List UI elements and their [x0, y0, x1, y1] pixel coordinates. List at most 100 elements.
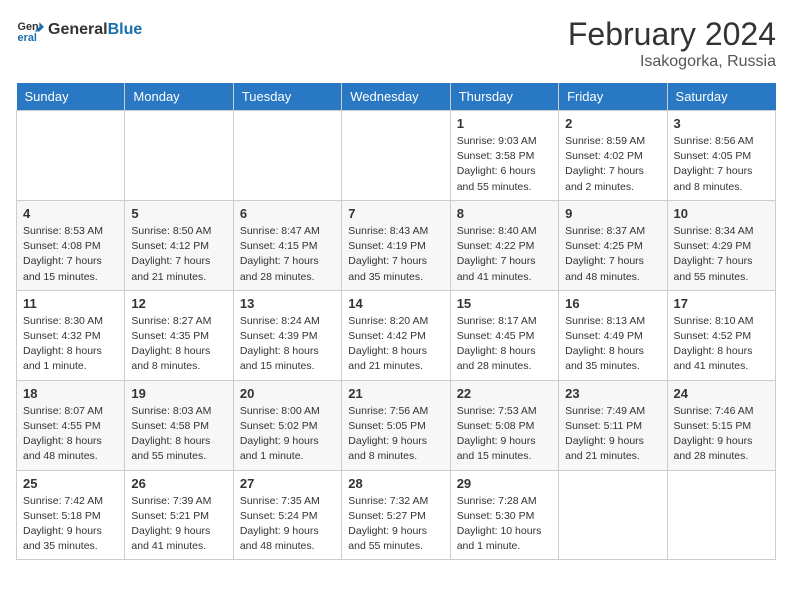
calendar-cell: 25 Sunrise: 7:42 AMSunset: 5:18 PMDayligh… [17, 470, 125, 560]
day-number: 25 [23, 476, 118, 491]
calendar-week-3: 11Sunrise: 8:30 AMSunset: 4:32 PMDayligh… [17, 290, 776, 380]
cell-content: Sunrise: 7:46 AMSunset: 5:15 PMDaylight:… [674, 404, 769, 465]
month-title: February 2024 [568, 16, 776, 53]
cell-content: Sunrise: 8:59 AMSunset: 4:02 PMDaylight:… [565, 134, 660, 195]
calendar-cell: 16 Sunrise: 8:13 AMSunset: 4:49 PMDayligh… [559, 290, 667, 380]
calendar-cell [17, 111, 125, 201]
day-number: 15 [457, 296, 552, 311]
day-number: 11 [23, 296, 118, 311]
day-number: 24 [674, 386, 769, 401]
calendar-cell: 14 Sunrise: 8:20 AMSunset: 4:42 PMDayligh… [342, 290, 450, 380]
cell-content: Sunrise: 8:07 AMSunset: 4:55 PMDaylight:… [23, 404, 118, 465]
day-number: 1 [457, 116, 552, 131]
calendar-cell [667, 470, 775, 560]
cell-content: Sunrise: 8:13 AMSunset: 4:49 PMDaylight:… [565, 314, 660, 375]
day-number: 20 [240, 386, 335, 401]
day-number: 7 [348, 206, 443, 221]
day-number: 22 [457, 386, 552, 401]
calendar-cell: 27 Sunrise: 7:35 AMSunset: 5:24 PMDayligh… [233, 470, 341, 560]
cell-content: Sunrise: 8:37 AMSunset: 4:25 PMDaylight:… [565, 224, 660, 285]
col-header-saturday: Saturday [667, 83, 775, 111]
day-number: 5 [131, 206, 226, 221]
cell-content: Sunrise: 7:39 AMSunset: 5:21 PMDaylight:… [131, 494, 226, 555]
day-number: 16 [565, 296, 660, 311]
calendar-cell: 7 Sunrise: 8:43 AMSunset: 4:19 PMDaylight… [342, 200, 450, 290]
logo-text: GeneralBlue [48, 21, 142, 39]
calendar-cell: 11Sunrise: 8:30 AMSunset: 4:32 PMDayligh… [17, 290, 125, 380]
cell-content: Sunrise: 8:34 AMSunset: 4:29 PMDaylight:… [674, 224, 769, 285]
cell-content: Sunrise: 8:03 AMSunset: 4:58 PMDaylight:… [131, 404, 226, 465]
day-number: 10 [674, 206, 769, 221]
day-number: 27 [240, 476, 335, 491]
day-number: 13 [240, 296, 335, 311]
calendar-table: SundayMondayTuesdayWednesdayThursdayFrid… [16, 83, 776, 560]
col-header-wednesday: Wednesday [342, 83, 450, 111]
cell-content: Sunrise: 8:20 AMSunset: 4:42 PMDaylight:… [348, 314, 443, 375]
cell-content: Sunrise: 7:32 AMSunset: 5:27 PMDaylight:… [348, 494, 443, 555]
calendar-cell: 18 Sunrise: 8:07 AMSunset: 4:55 PMDayligh… [17, 380, 125, 470]
day-number: 23 [565, 386, 660, 401]
col-header-thursday: Thursday [450, 83, 558, 111]
day-number: 6 [240, 206, 335, 221]
calendar-week-1: 1 Sunrise: 9:03 AMSunset: 3:58 PMDaylight… [17, 111, 776, 201]
calendar-week-2: 4Sunrise: 8:53 AMSunset: 4:08 PMDaylight… [17, 200, 776, 290]
day-number: 4 [23, 206, 118, 221]
calendar-cell [125, 111, 233, 201]
day-number: 12 [131, 296, 226, 311]
cell-content: Sunrise: 7:56 AMSunset: 5:05 PMDaylight:… [348, 404, 443, 465]
calendar-cell: 10 Sunrise: 8:34 AMSunset: 4:29 PMDayligh… [667, 200, 775, 290]
calendar-cell: 9 Sunrise: 8:37 AMSunset: 4:25 PMDaylight… [559, 200, 667, 290]
svg-text:eral: eral [18, 32, 37, 44]
page-header: Gen eral GeneralBlue February 2024 Isako… [16, 16, 776, 71]
title-area: February 2024 Isakogorka, Russia [568, 16, 776, 71]
calendar-cell: 8 Sunrise: 8:40 AMSunset: 4:22 PMDaylight… [450, 200, 558, 290]
calendar-cell [233, 111, 341, 201]
logo: Gen eral GeneralBlue [16, 16, 142, 44]
calendar-cell: 28 Sunrise: 7:32 AMSunset: 5:27 PMDayligh… [342, 470, 450, 560]
cell-content: Sunrise: 8:24 AMSunset: 4:39 PMDaylight:… [240, 314, 335, 375]
calendar-cell [342, 111, 450, 201]
calendar-cell: 15 Sunrise: 8:17 AMSunset: 4:45 PMDayligh… [450, 290, 558, 380]
calendar-cell: 12Sunrise: 8:27 AMSunset: 4:35 PMDayligh… [125, 290, 233, 380]
calendar-cell: 4Sunrise: 8:53 AMSunset: 4:08 PMDaylight… [17, 200, 125, 290]
day-number: 28 [348, 476, 443, 491]
calendar-week-4: 18 Sunrise: 8:07 AMSunset: 4:55 PMDayligh… [17, 380, 776, 470]
day-number: 8 [457, 206, 552, 221]
calendar-cell: 5Sunrise: 8:50 AMSunset: 4:12 PMDaylight… [125, 200, 233, 290]
day-number: 2 [565, 116, 660, 131]
calendar-cell: 19 Sunrise: 8:03 AMSunset: 4:58 PMDayligh… [125, 380, 233, 470]
day-number: 9 [565, 206, 660, 221]
day-number: 18 [23, 386, 118, 401]
cell-content: Sunrise: 7:53 AMSunset: 5:08 PMDaylight:… [457, 404, 552, 465]
cell-content: Sunrise: 7:42 AMSunset: 5:18 PMDaylight:… [23, 494, 118, 555]
location-title: Isakogorka, Russia [568, 53, 776, 71]
calendar-cell: 23 Sunrise: 7:49 AMSunset: 5:11 PMDayligh… [559, 380, 667, 470]
calendar-cell: 13 Sunrise: 8:24 AMSunset: 4:39 PMDayligh… [233, 290, 341, 380]
calendar-cell: 1 Sunrise: 9:03 AMSunset: 3:58 PMDaylight… [450, 111, 558, 201]
cell-content: Sunrise: 8:17 AMSunset: 4:45 PMDaylight:… [457, 314, 552, 375]
calendar-cell: 20 Sunrise: 8:00 AMSunset: 5:02 PMDayligh… [233, 380, 341, 470]
cell-content: Sunrise: 8:40 AMSunset: 4:22 PMDaylight:… [457, 224, 552, 285]
cell-content: Sunrise: 7:35 AMSunset: 5:24 PMDaylight:… [240, 494, 335, 555]
day-number: 26 [131, 476, 226, 491]
cell-content: Sunrise: 8:00 AMSunset: 5:02 PMDaylight:… [240, 404, 335, 465]
col-header-sunday: Sunday [17, 83, 125, 111]
calendar-cell: 17Sunrise: 8:10 AMSunset: 4:52 PMDayligh… [667, 290, 775, 380]
col-header-tuesday: Tuesday [233, 83, 341, 111]
day-number: 21 [348, 386, 443, 401]
cell-content: Sunrise: 7:49 AMSunset: 5:11 PMDaylight:… [565, 404, 660, 465]
day-number: 3 [674, 116, 769, 131]
cell-content: Sunrise: 7:28 AMSunset: 5:30 PMDaylight:… [457, 494, 552, 555]
calendar-cell: 29 Sunrise: 7:28 AMSunset: 5:30 PMDayligh… [450, 470, 558, 560]
day-number: 17 [674, 296, 769, 311]
cell-content: Sunrise: 9:03 AMSunset: 3:58 PMDaylight:… [457, 134, 552, 195]
day-number: 29 [457, 476, 552, 491]
day-number: 14 [348, 296, 443, 311]
calendar-cell: 21 Sunrise: 7:56 AMSunset: 5:05 PMDayligh… [342, 380, 450, 470]
calendar-header-row: SundayMondayTuesdayWednesdayThursdayFrid… [17, 83, 776, 111]
col-header-friday: Friday [559, 83, 667, 111]
day-number: 19 [131, 386, 226, 401]
cell-content: Sunrise: 8:43 AMSunset: 4:19 PMDaylight:… [348, 224, 443, 285]
calendar-cell: 24 Sunrise: 7:46 AMSunset: 5:15 PMDayligh… [667, 380, 775, 470]
calendar-cell: 2 Sunrise: 8:59 AMSunset: 4:02 PMDaylight… [559, 111, 667, 201]
